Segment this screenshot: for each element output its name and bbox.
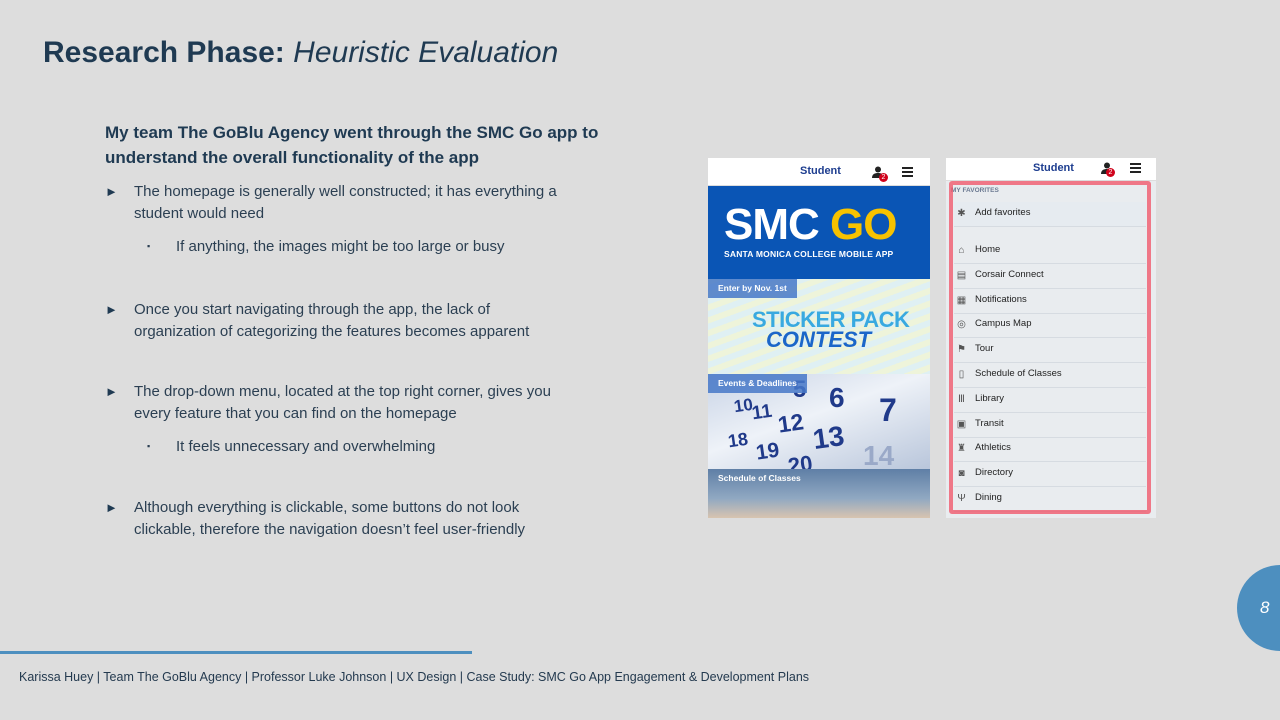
sub-bullet-2: ▪ It feels unnecessary and overwhelming <box>147 436 567 458</box>
app-header: Student 2 <box>946 158 1156 181</box>
contest-text: CONTEST <box>766 327 872 352</box>
sub-bullet-marker: ▪ <box>147 441 151 451</box>
sub-bullet-marker: ▪ <box>147 241 151 251</box>
banner-subtitle: SANTA MONICA COLLEGE MOBILE APP <box>724 249 894 259</box>
lead-paragraph: My team The GoBlu Agency went through th… <box>105 123 599 167</box>
sticker-contest-tile[interactable]: Enter by Nov. 1st STICKER PACK CONTEST <box>708 279 930 374</box>
bullet-2: ► Once you start navigating through the … <box>105 299 575 343</box>
title-italic: Heuristic Evaluation <box>293 36 559 69</box>
calendar-number: 13 <box>810 419 847 456</box>
notification-badge: 2 <box>1106 168 1115 177</box>
app-header-label: Student <box>800 165 841 177</box>
sub-bullet-1: ▪ If anything, the images might be too l… <box>147 236 567 258</box>
bullet-marker: ► <box>105 184 118 199</box>
bullet-4: ► Although everything is clickable, some… <box>105 497 575 541</box>
bullet-1: ► The homepage is generally well constru… <box>105 181 575 225</box>
events-deadlines-tile[interactable]: 5 6 7 10 11 12 13 18 19 20 14 Events & D… <box>708 374 930 469</box>
calendar-number: 11 <box>750 400 774 425</box>
tile-label: Schedule of Classes <box>718 473 801 483</box>
calendar-number: 6 <box>829 382 845 413</box>
sub-bullet-text: It feels unnecessary and overwhelming <box>176 438 436 455</box>
notification-badge: 2 <box>879 173 888 182</box>
title-bold: Research Phase: <box>43 36 285 69</box>
calendar-number: 7 <box>879 392 897 428</box>
app-homepage-screenshot: Student 2 SMC GO SANTA MONICA COLLEGE MO… <box>708 158 930 518</box>
footer-divider <box>0 651 472 654</box>
bullet-text: The drop-down menu, located at the top r… <box>134 383 551 422</box>
banner-logo: SMC GO <box>724 200 897 249</box>
calendar-number: 19 <box>754 438 781 465</box>
sub-bullet-text: If anything, the images might be too lar… <box>176 238 505 255</box>
app-header: Student 2 <box>708 158 930 186</box>
page-number: 8 <box>1260 598 1270 617</box>
bullet-text: The homepage is generally well construct… <box>134 183 557 222</box>
app-header-label: Student <box>1033 162 1074 174</box>
calendar-number: 12 <box>776 408 806 438</box>
page-number-badge: 8 <box>1237 565 1280 651</box>
tile-label: Enter by Nov. 1st <box>708 279 797 298</box>
bullet-marker: ► <box>105 500 118 515</box>
schedule-of-classes-tile[interactable]: Schedule of Classes <box>708 469 930 518</box>
hamburger-menu-icon[interactable] <box>1130 163 1141 173</box>
bullet-text: Although everything is clickable, some b… <box>134 499 526 538</box>
smc-go-banner[interactable]: SMC GO SANTA MONICA COLLEGE MOBILE APP <box>708 186 930 279</box>
bullet-marker: ► <box>105 384 118 399</box>
bullet-text: Once you start navigating through the ap… <box>134 301 530 340</box>
bullet-3: ► The drop-down menu, located at the top… <box>105 381 575 425</box>
calendar-number: 14 <box>863 440 895 469</box>
calendar-number: 18 <box>726 428 750 452</box>
slide-title: Research Phase: Heuristic Evaluation <box>43 36 558 70</box>
calendar-number: 20 <box>786 450 815 469</box>
highlight-annotation <box>949 181 1151 514</box>
footer-text: Karissa Huey | Team The GoBlu Agency | P… <box>19 670 810 684</box>
bullet-marker: ► <box>105 302 118 317</box>
tile-label: Events & Deadlines <box>708 374 807 393</box>
hamburger-menu-icon[interactable] <box>902 167 913 177</box>
